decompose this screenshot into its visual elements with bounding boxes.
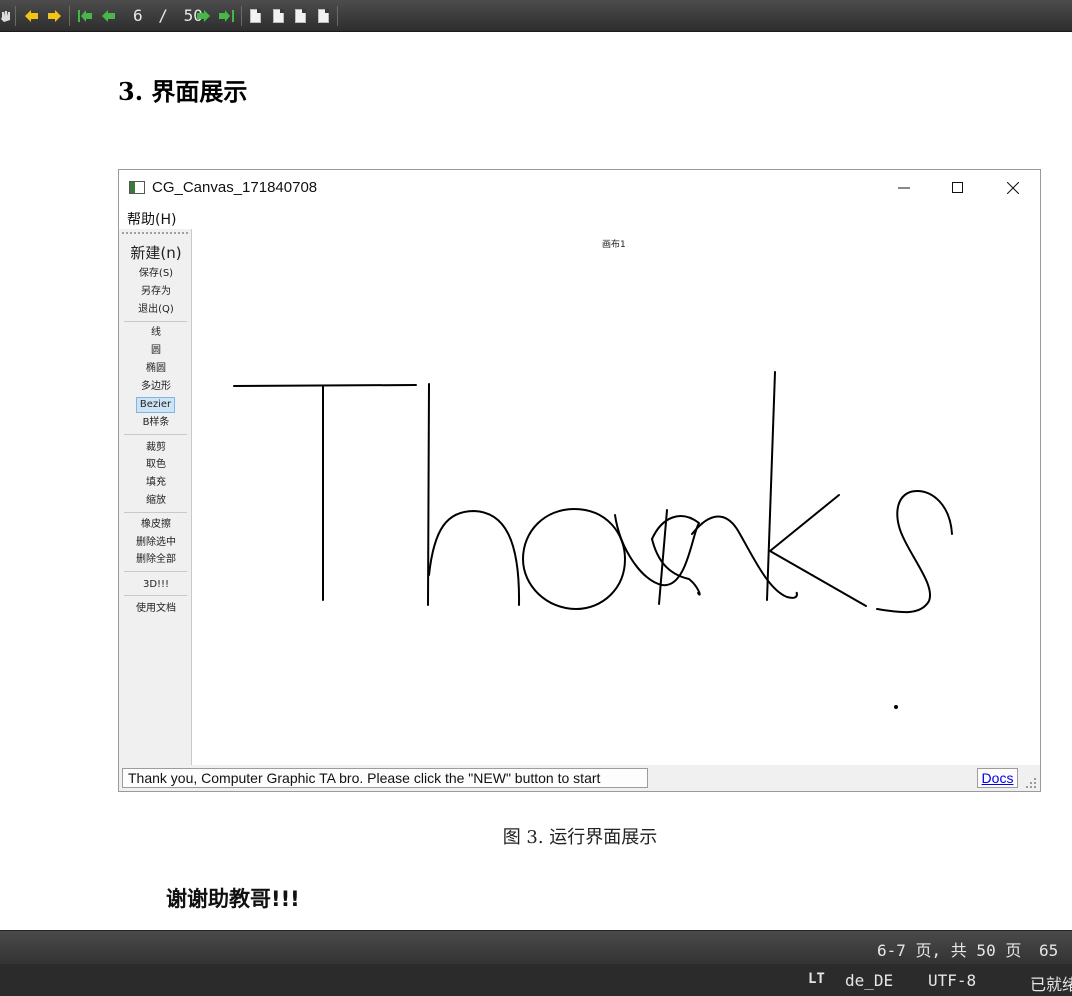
back-icon[interactable] xyxy=(24,8,40,24)
zoom-level[interactable]: 65 xyxy=(1039,941,1058,960)
stroke-k-arm xyxy=(769,494,867,607)
viewer-statusbar xyxy=(0,964,1072,996)
stroke-a-loop xyxy=(614,514,700,587)
fill-tool-button[interactable]: 填充 xyxy=(123,476,189,490)
polygon-tool-button[interactable]: 多边形 xyxy=(123,380,189,394)
closing-text: 谢谢助教哥!!! xyxy=(166,887,300,911)
menu-help[interactable]: 帮助(H) xyxy=(127,209,176,229)
eraser-button[interactable]: 橡皮擦 xyxy=(123,518,189,532)
stroke-dot xyxy=(894,705,898,709)
toolbar-divider xyxy=(15,6,16,26)
screenshot-figure: CG_Canvas_171840708 帮助(H) 新建(n) 保存(S) 另存… xyxy=(118,169,1041,792)
stroke-h-arch xyxy=(428,510,521,606)
last-page-icon[interactable] xyxy=(218,8,234,24)
fit-page-icon[interactable] xyxy=(271,8,285,24)
toolbar-divider xyxy=(241,6,242,26)
current-page-field[interactable]: 6 xyxy=(133,7,143,25)
forward-icon[interactable] xyxy=(46,8,62,24)
handwritten-drawing xyxy=(233,371,953,709)
hand-icon[interactable] xyxy=(0,8,12,24)
circle-tool-button[interactable]: 圆 xyxy=(123,344,189,358)
page-indicator[interactable]: 6 / 50 xyxy=(133,7,203,25)
fit-content-icon[interactable] xyxy=(316,8,330,24)
ready-status: 已就绪 xyxy=(1030,975,1072,994)
maximize-icon[interactable] xyxy=(936,175,980,201)
docs-link[interactable]: Docs xyxy=(977,768,1018,788)
app-window-icon xyxy=(129,181,145,194)
stroke-a-tail xyxy=(651,538,701,596)
stroke-k-stem xyxy=(766,371,776,601)
window-titlebar: CG_Canvas_171840708 xyxy=(119,170,1040,205)
delete-selected-button[interactable]: 删除选中 xyxy=(123,536,189,550)
toolbar-divider xyxy=(337,6,338,26)
sidebar-divider xyxy=(124,571,187,572)
ellipse-tool-button[interactable]: 椭圆 xyxy=(123,362,189,376)
sidebar-divider xyxy=(124,595,187,596)
docs-usage-button[interactable]: 使用文档 xyxy=(123,602,189,616)
3d-button[interactable]: 3D!!! xyxy=(123,578,189,592)
bezier-tool-button[interactable]: Bezier xyxy=(136,397,175,413)
status-message: Thank you, Computer Graphic TA bro. Plea… xyxy=(122,768,648,788)
zoom-100-icon[interactable] xyxy=(248,8,262,24)
sidebar-divider xyxy=(124,321,187,322)
page-separator: / xyxy=(158,6,168,25)
close-icon[interactable] xyxy=(991,175,1035,201)
encoding-selector[interactable]: UTF-8 xyxy=(928,971,976,990)
menu-bar: 帮助(H) xyxy=(119,205,1040,229)
save-as-button[interactable]: 另存为 xyxy=(123,285,189,299)
exit-button[interactable]: 退出(Q) xyxy=(123,303,189,317)
clip-tool-button[interactable]: 裁剪 xyxy=(123,441,189,455)
resize-grip-icon[interactable] xyxy=(1025,777,1037,789)
sidebar-divider xyxy=(124,434,187,435)
page-range-text: 6-7 页, 共 50 页 65 xyxy=(877,937,1058,961)
stroke-o xyxy=(522,508,626,610)
new-button[interactable]: 新建(n) xyxy=(123,243,189,263)
delete-all-button[interactable]: 删除全部 xyxy=(123,553,189,567)
app-statusbar: Thank you, Computer Graphic TA bro. Plea… xyxy=(119,765,1040,791)
tool-sidebar: 新建(n) 保存(S) 另存为 退出(Q) 线 圆 椭圆 多边形 Bezier … xyxy=(119,229,192,765)
first-page-icon[interactable] xyxy=(77,8,93,24)
scale-tool-button[interactable]: 缩放 xyxy=(123,494,189,508)
locale-selector[interactable]: de_DE xyxy=(845,971,893,990)
bspline-tool-button[interactable]: B样条 xyxy=(123,416,189,430)
viewer-toolbar: 6 / 50 xyxy=(0,0,1072,32)
next-page-icon[interactable] xyxy=(195,8,211,24)
toolbar-divider xyxy=(69,6,70,26)
color-picker-button[interactable]: 取色 xyxy=(123,458,189,472)
save-button[interactable]: 保存(S) xyxy=(123,267,189,281)
sidebar-divider xyxy=(124,512,187,513)
fit-width-icon[interactable] xyxy=(293,8,307,24)
drawing-canvas[interactable]: 画布1 xyxy=(192,229,1040,765)
window-title: CG_Canvas_171840708 xyxy=(152,179,318,196)
section-heading: 3. 界面展示 xyxy=(118,77,248,106)
stroke-t-bar xyxy=(233,384,417,387)
toolbar-grip[interactable] xyxy=(122,232,188,235)
figure-caption: 图 3. 运行界面展示 xyxy=(502,827,658,848)
minimize-icon[interactable] xyxy=(882,175,926,201)
prev-page-icon[interactable] xyxy=(101,8,117,24)
line-tool-button[interactable]: 线 xyxy=(123,326,189,340)
page-range: 6-7 页, 共 50 页 xyxy=(877,941,1022,960)
stroke-s xyxy=(876,490,953,614)
language-tool-icon[interactable]: LT xyxy=(808,971,825,987)
